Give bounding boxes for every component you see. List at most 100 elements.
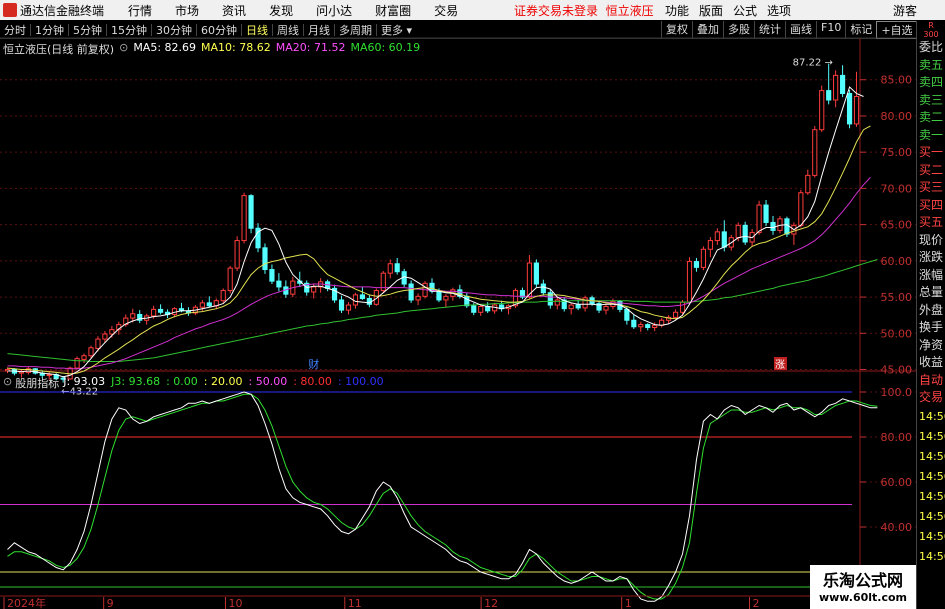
candle-body: [276, 280, 282, 288]
login-status[interactable]: 证券交易未登录 恒立液压: [514, 2, 654, 19]
x-tick-label: 11: [348, 597, 362, 609]
panel-field: 卖三: [919, 92, 944, 107]
menu-item[interactable]: 发现: [269, 2, 293, 19]
candle-body: [693, 261, 700, 268]
candle-body: [652, 324, 658, 328]
event-marker-cai: 财: [308, 357, 319, 371]
candle-body: [248, 195, 254, 229]
candle-body: [672, 311, 679, 318]
tick-time: 14:56: [919, 489, 945, 503]
tick-time: 14:56: [919, 509, 945, 523]
candle-body: [798, 192, 804, 226]
candle-body: [777, 218, 783, 231]
ma10-line: [7, 125, 871, 375]
right-menu-item[interactable]: 功能: [665, 2, 689, 19]
price-tick-label: 80.00: [881, 110, 913, 123]
watermark-title: 乐淘公式网: [822, 571, 903, 590]
candle-body: [770, 221, 776, 231]
panel-field: 卖一: [919, 127, 944, 142]
price-tick-label: 70.00: [881, 182, 913, 195]
panel-field: 换手: [919, 320, 944, 334]
watermark: 乐淘公式网 www.60lt.com: [810, 565, 916, 609]
candle-body: [679, 301, 686, 313]
candle-body: [74, 358, 80, 369]
price-tick-label: 60.00: [881, 255, 913, 268]
candle-body: [826, 90, 832, 101]
event-marker-zhang: 涨: [775, 359, 785, 371]
price-tick-label: 85.00: [881, 74, 913, 87]
tick-time: 14:56: [919, 549, 945, 563]
candle-body: [241, 195, 247, 242]
guest-button[interactable]: 游客: [893, 2, 917, 19]
j3-line: [7, 393, 878, 600]
panel-field: 收益: [919, 355, 944, 369]
candle-body: [436, 290, 442, 301]
main-menu: 行情 市场 资讯 发现 问小达 财富圈 交易: [128, 2, 481, 19]
menu-item[interactable]: 市场: [175, 2, 199, 19]
candle-body: [394, 263, 400, 273]
candle-body: [130, 313, 136, 319]
candle-body: [387, 263, 393, 274]
chart-area[interactable]: 87.22 →←43.22财涨 85.0080.0075.0070.0065.0…: [0, 20, 916, 609]
menu-item[interactable]: 财富圈: [375, 2, 411, 19]
candle-body: [707, 240, 713, 250]
right-menu-item[interactable]: 公式: [733, 2, 757, 19]
ma60-line: [7, 259, 878, 362]
line-50-label: : 50.00: [248, 375, 288, 388]
candle-body: [554, 299, 560, 306]
candle-body: [471, 305, 477, 313]
candle-body: [526, 262, 533, 298]
candle-body: [533, 262, 539, 285]
right-menu-item[interactable]: 选项: [767, 2, 791, 19]
stock-link: 恒立液压: [605, 3, 654, 18]
panel-field: 现价: [919, 232, 944, 247]
candle-body: [846, 92, 853, 125]
high-annotation: 87.22 →: [793, 58, 833, 69]
settings-icon[interactable]: ⊙: [3, 375, 12, 391]
candle-body: [540, 283, 546, 294]
panel-field: 外盘: [919, 302, 944, 317]
candle-body: [408, 283, 414, 301]
candle-body: [735, 224, 741, 239]
panel-field: 卖四: [919, 75, 944, 89]
menu-item[interactable]: 资讯: [222, 2, 246, 19]
x-tick-label: 2: [753, 597, 760, 609]
j3-label: J3: 93.68: [111, 375, 161, 388]
candle-body: [833, 74, 839, 101]
candle-body: [763, 204, 769, 223]
j-line: [7, 391, 878, 602]
tick-time: 14:56: [919, 429, 945, 443]
ind-tick-label: 60.00: [881, 476, 913, 489]
panel-header: R 300: [923, 21, 939, 39]
x-tick-label: 2024年: [7, 596, 46, 609]
candle-body: [338, 299, 345, 311]
right-menu-item[interactable]: 版面: [699, 2, 723, 19]
menu-item[interactable]: 交易: [434, 2, 458, 19]
candle-body: [756, 204, 762, 234]
price-tick-label: 50.00: [881, 327, 913, 340]
candle-body: [81, 355, 87, 360]
quote-panel: R 300 委比 卖五 卖四 卖三 卖二 卖一 买一 买二 买三 买四 买五 现价 涨跌 涨幅 总量 外盘 换手净…: [916, 21, 945, 609]
candle-body: [359, 294, 365, 300]
candle-body: [721, 231, 727, 248]
menu-item[interactable]: 行情: [128, 2, 152, 19]
line-20-label: : 20.00: [203, 375, 243, 388]
candle-body: [157, 308, 164, 313]
panel-field: 涨幅: [919, 267, 944, 282]
x-tick-label: 1: [625, 597, 632, 609]
candle-body: [415, 295, 421, 301]
candle-body: [234, 240, 240, 269]
candle-body: [220, 290, 226, 302]
x-tick-label: 12: [484, 597, 498, 609]
panel-field: 买四: [919, 197, 944, 212]
panel-field: 涨跌: [919, 250, 944, 264]
menu-item[interactable]: 问小达: [316, 2, 352, 19]
candle-body: [88, 347, 94, 357]
j-label: J: 93.03: [63, 375, 106, 388]
ind-tick-label: 80.00: [881, 431, 913, 444]
indicator-name: 股朋指标: [15, 377, 60, 390]
candle-body: [95, 338, 101, 350]
indicator-legend: ⊙ 股朋指标 J: 93.03 J3: 93.68 : 0.00 : 20.00…: [3, 375, 390, 391]
tick-time: 14:56: [919, 469, 945, 483]
candle-body: [102, 333, 108, 340]
